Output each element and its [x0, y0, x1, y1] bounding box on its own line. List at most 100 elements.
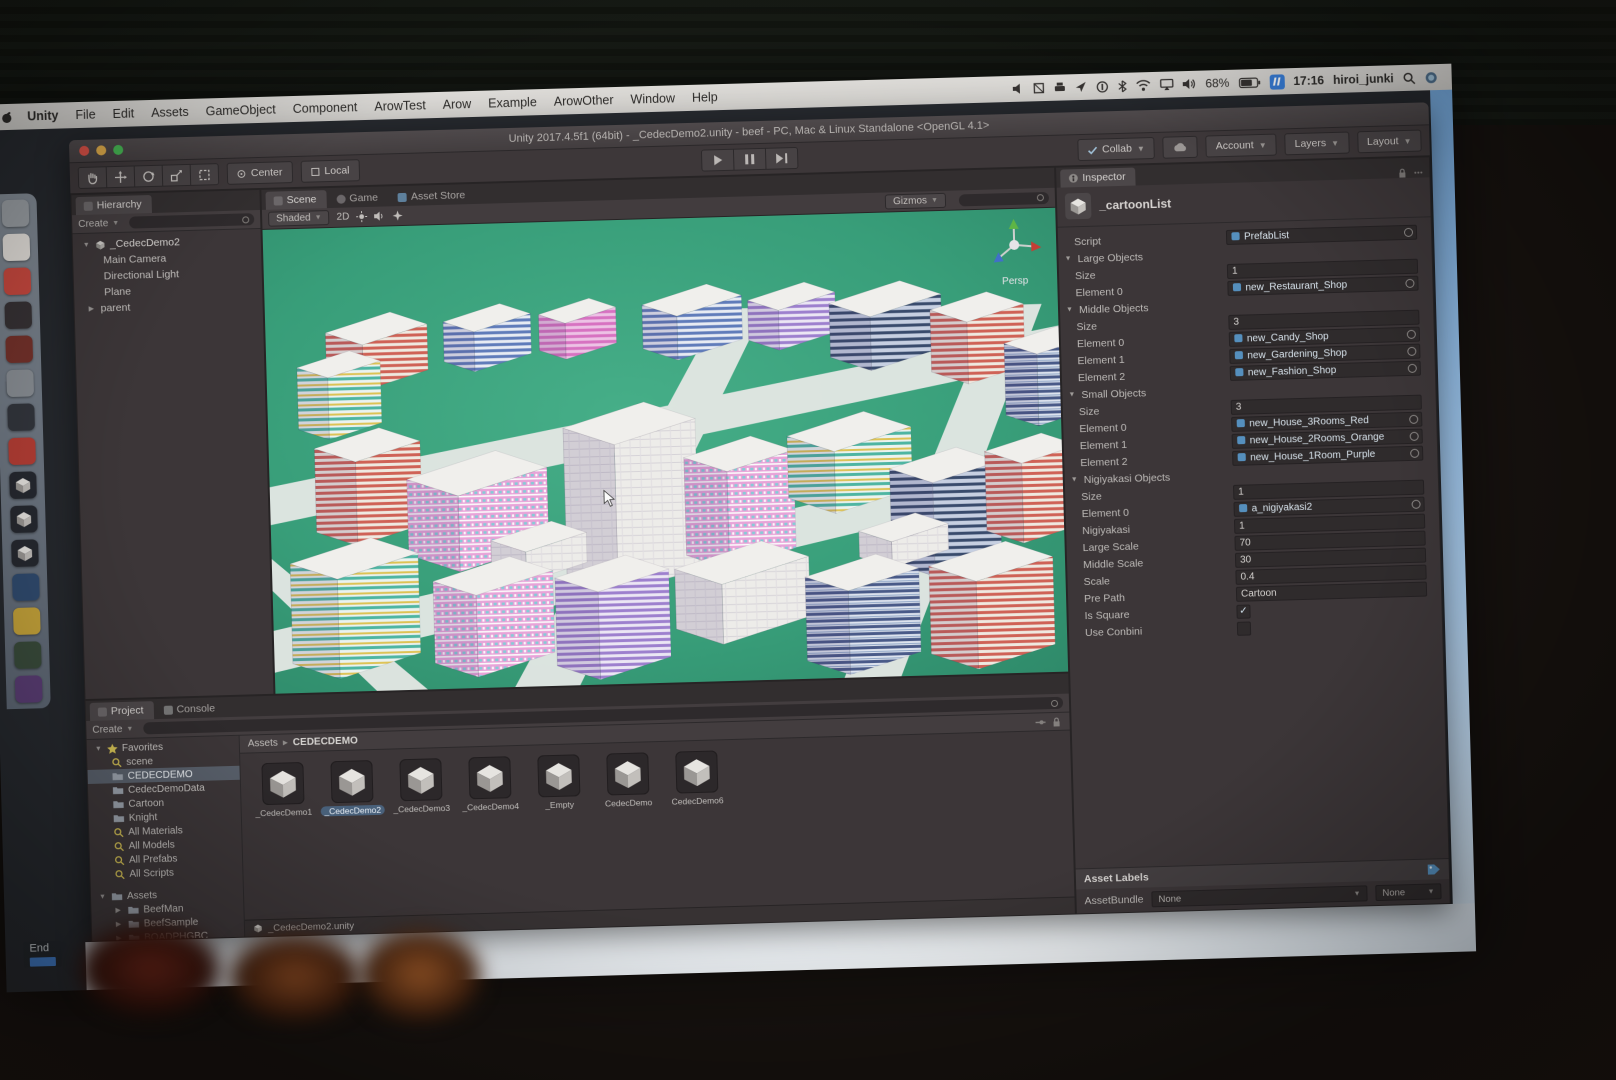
lock-icon[interactable] — [1051, 716, 1061, 726]
foldout-arrow-icon[interactable]: ▼ — [1065, 255, 1074, 262]
pause-button[interactable] — [734, 149, 767, 170]
menu-item-gameobject[interactable]: GameObject — [205, 102, 276, 118]
rotate-tool-button[interactable] — [135, 166, 164, 187]
breadcrumb-assets[interactable]: Assets — [248, 738, 278, 750]
scale-tool-button[interactable] — [163, 165, 192, 186]
scene-search-input[interactable] — [959, 191, 1049, 206]
cloud-button[interactable] — [1162, 136, 1198, 159]
spotlight-search-icon[interactable] — [1403, 71, 1416, 84]
asset-item-cedecdemo6[interactable]: CedecDemo6 — [668, 750, 726, 807]
wifi-icon[interactable] — [1135, 79, 1150, 91]
pivot-toggle-button[interactable]: Center — [227, 161, 293, 185]
tab-scene[interactable]: Scene — [265, 190, 326, 210]
layout-dropdown[interactable]: Layout▼ — [1357, 130, 1422, 154]
dock-app-icon-8[interactable] — [8, 437, 36, 465]
asset-item--cedecdemo2[interactable]: _CedecDemo2 — [323, 760, 381, 817]
bluetooth-icon[interactable] — [1117, 79, 1126, 92]
dock-app-icon-3[interactable] — [3, 267, 31, 295]
foldout-arrow-icon[interactable]: ▼ — [1068, 391, 1077, 398]
inspector-lock-icon[interactable] — [1397, 168, 1407, 178]
slider-icon[interactable] — [1035, 717, 1045, 727]
dock-app-icon-15[interactable] — [14, 675, 42, 703]
shading-mode-dropdown[interactable]: Shaded▼ — [268, 210, 330, 227]
toggle-2d-button[interactable]: 2D — [336, 211, 349, 222]
object-picker-icon[interactable] — [1407, 330, 1416, 339]
object-picker-icon[interactable] — [1404, 228, 1413, 237]
parallels-menu-icon[interactable] — [1269, 74, 1284, 89]
asset-label-tag-icon[interactable] — [1427, 863, 1441, 875]
menu-item-unity[interactable]: Unity — [27, 109, 59, 124]
siri-menu-icon[interactable] — [1425, 71, 1438, 84]
tab-asset-store[interactable]: Asset Store — [390, 186, 476, 206]
dock-app-icon-13[interactable] — [12, 607, 40, 635]
dock-app-icon-14[interactable] — [13, 641, 41, 669]
dock-app-icon-9[interactable] — [9, 471, 37, 499]
printer-icon[interactable] — [1053, 81, 1065, 93]
menu-item-edit[interactable]: Edit — [112, 106, 134, 121]
dock-app-icon-1[interactable] — [1, 199, 29, 227]
play-button[interactable] — [702, 150, 735, 171]
inspector-menu-icon[interactable] — [1413, 167, 1423, 177]
foldout-arrow-icon[interactable]: ▼ — [1071, 476, 1080, 483]
move-tool-button[interactable] — [107, 166, 136, 187]
menu-item-component[interactable]: Component — [293, 100, 358, 116]
dock-app-icon-10[interactable] — [10, 505, 38, 533]
scene-lighting-icon[interactable] — [356, 211, 367, 222]
scene-orientation-gizmo[interactable]: Persp — [981, 216, 1047, 292]
object-picker-icon[interactable] — [1408, 364, 1417, 373]
gizmos-dropdown[interactable]: Gizmos▼ — [885, 193, 946, 210]
menu-item-arowtest[interactable]: ArowTest — [374, 98, 426, 113]
rect-tool-button[interactable] — [191, 164, 219, 185]
space-toggle-button[interactable]: Local — [300, 159, 360, 183]
foldout-arrow-icon[interactable]: ▼ — [1066, 306, 1075, 313]
object-picker-icon[interactable] — [1409, 415, 1418, 424]
asset-labels-header[interactable]: Asset Labels — [1084, 871, 1149, 885]
scene-viewport[interactable]: Persp — [262, 208, 1068, 694]
menu-item-arow[interactable]: Arow — [443, 97, 472, 112]
scene-audio-icon[interactable] — [374, 210, 385, 221]
asset-item-cedecdemo[interactable]: CedecDemo — [599, 752, 657, 809]
airplay-display-icon[interactable] — [1159, 78, 1173, 90]
menu-item-window[interactable]: Window — [630, 91, 675, 106]
input-source-icon[interactable] — [1095, 80, 1108, 93]
cube-menu-icon[interactable] — [1032, 82, 1044, 94]
battery-icon[interactable] — [1238, 76, 1260, 88]
dock-app-icon-6[interactable] — [6, 369, 34, 397]
object-picker-icon[interactable] — [1410, 432, 1419, 441]
inspected-object-name[interactable]: _cartoonList — [1099, 197, 1171, 213]
menu-item-file[interactable]: File — [75, 108, 96, 123]
object-picker-icon[interactable] — [1407, 347, 1416, 356]
tab-project[interactable]: Project — [90, 701, 154, 721]
object-picker-icon[interactable] — [1410, 449, 1419, 458]
hierarchy-search-input[interactable] — [129, 213, 254, 228]
speaker-mini-icon[interactable] — [1012, 83, 1023, 95]
account-dropdown[interactable]: Account▼ — [1205, 134, 1276, 158]
apple-logo-icon[interactable] — [0, 110, 13, 123]
dock-app-icon-11[interactable] — [11, 539, 39, 567]
projection-mode-label[interactable]: Persp — [983, 275, 1047, 288]
project-create-dropdown[interactable]: Create — [92, 724, 122, 736]
dock-app-icon-4[interactable] — [4, 301, 32, 329]
username-label[interactable]: hiroi_junki — [1333, 71, 1394, 87]
breadcrumb-folder[interactable]: CEDECDEMO — [293, 735, 358, 748]
tab-inspector[interactable]: Inspector — [1060, 168, 1136, 188]
menu-item-help[interactable]: Help — [692, 90, 718, 105]
asset-item--cedecdemo3[interactable]: _CedecDemo3 — [392, 758, 450, 815]
clock-label[interactable]: 17:16 — [1293, 73, 1324, 88]
menu-item-arowother[interactable]: ArowOther — [554, 93, 614, 109]
dock-app-icon-7[interactable] — [7, 403, 35, 431]
dock-app-icon-5[interactable] — [5, 335, 33, 363]
dock-app-icon-2[interactable] — [2, 233, 30, 261]
dock-app-icon-12[interactable] — [12, 573, 40, 601]
menu-item-example[interactable]: Example — [488, 95, 537, 110]
collab-dropdown[interactable]: Collab▼ — [1077, 137, 1155, 161]
asset-item--cedecdemo1[interactable]: _CedecDemo1 — [254, 762, 312, 819]
scene-effects-icon[interactable] — [392, 210, 403, 221]
object-picker-icon[interactable] — [1411, 500, 1420, 509]
assetbundle-variant-dropdown[interactable]: None▼ — [1375, 883, 1441, 901]
step-button[interactable] — [766, 148, 798, 169]
checkbox-is-square[interactable]: ✓ — [1236, 604, 1250, 618]
tab-hierarchy[interactable]: Hierarchy — [76, 195, 152, 215]
checkbox-use-conbini[interactable] — [1237, 621, 1251, 635]
assetbundle-name-dropdown[interactable]: None▼ — [1151, 885, 1367, 907]
